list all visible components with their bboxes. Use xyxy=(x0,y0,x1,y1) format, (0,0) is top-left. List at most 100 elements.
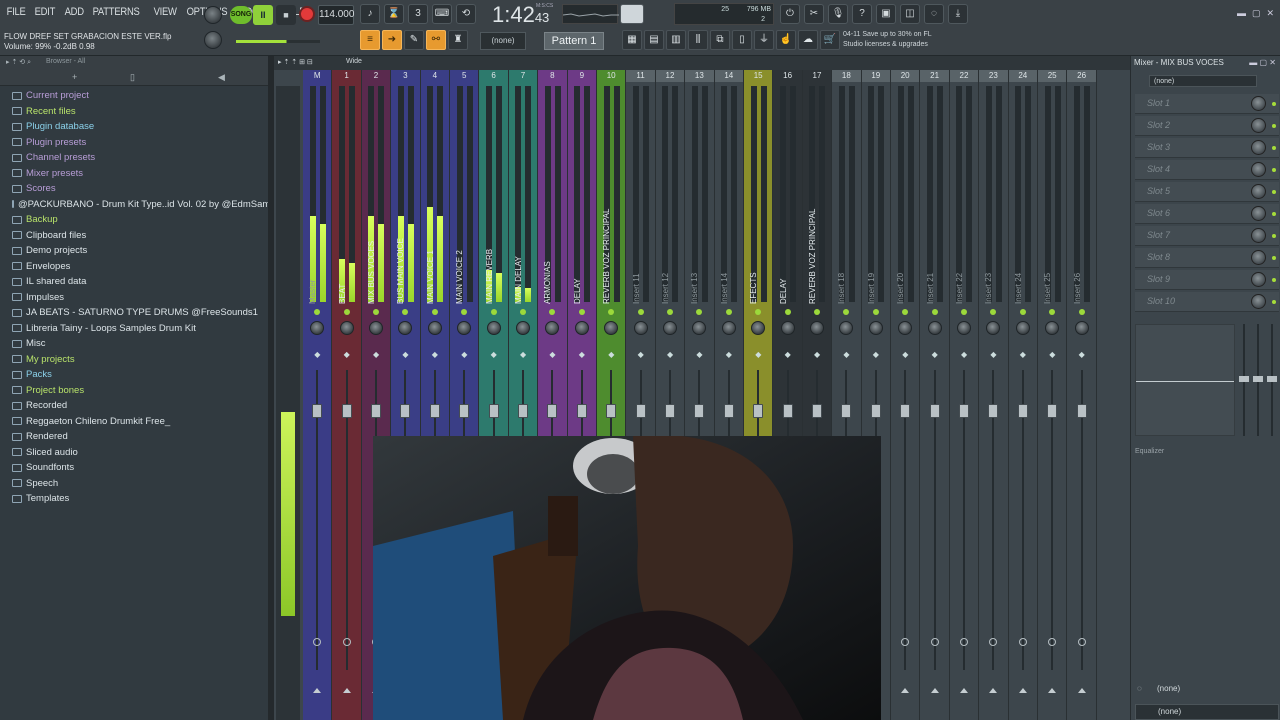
cart-icon[interactable]: 🛒 xyxy=(820,30,840,50)
effect-slot[interactable]: Slot 1 xyxy=(1135,94,1279,114)
stereo-sep-icon[interactable]: ◆ xyxy=(755,351,761,364)
master-pitch-slider[interactable] xyxy=(236,40,320,43)
loop-record-icon[interactable]: ⟲ xyxy=(456,4,476,24)
volume-fader[interactable] xyxy=(341,404,352,418)
stereo-sep-icon[interactable]: ◆ xyxy=(344,351,350,364)
mixer-view-mode[interactable]: Wide xyxy=(346,58,362,65)
pan-knob[interactable] xyxy=(1045,321,1060,335)
pan-knob[interactable] xyxy=(457,321,472,335)
browser-item[interactable]: Current project xyxy=(0,88,270,104)
pan-knob[interactable] xyxy=(780,321,795,335)
pan-knob[interactable] xyxy=(368,321,383,335)
effect-slot[interactable]: Slot 8 xyxy=(1135,248,1279,268)
volume-fader[interactable] xyxy=(547,404,558,418)
volume-fader[interactable] xyxy=(870,404,881,418)
volume-fader[interactable] xyxy=(723,404,734,418)
route-knob-icon[interactable] xyxy=(930,638,939,646)
effect-slot[interactable]: Slot 2 xyxy=(1135,116,1279,136)
output-route-1[interactable]: ◌ (none) xyxy=(1135,682,1279,698)
send-arrow-icon[interactable] xyxy=(342,688,351,693)
browser-item[interactable]: Plugin database xyxy=(0,119,270,135)
volume-fader[interactable] xyxy=(841,404,852,418)
song-mode-toggle[interactable]: SONG xyxy=(230,6,252,24)
volume-fader[interactable] xyxy=(1047,404,1058,418)
stereo-sep-icon[interactable]: ◆ xyxy=(696,351,702,364)
mixer-strip[interactable]: M Master ◆ xyxy=(303,70,333,720)
download-icon[interactable]: ⤓ xyxy=(948,4,968,24)
enable-led[interactable] xyxy=(578,309,585,315)
volume-fader[interactable] xyxy=(929,404,940,418)
enable-led[interactable] xyxy=(431,309,438,315)
pan-knob[interactable] xyxy=(515,321,530,335)
slot-mix-knob[interactable] xyxy=(1251,206,1266,221)
pan-knob[interactable] xyxy=(604,321,619,335)
slot-enable-led[interactable] xyxy=(1272,300,1276,304)
menu-edit[interactable]: EDIT xyxy=(32,6,58,18)
enable-led[interactable] xyxy=(314,309,321,315)
browser-item[interactable]: Project bones xyxy=(0,383,270,399)
enable-led[interactable] xyxy=(461,309,468,315)
slot-mix-knob[interactable] xyxy=(1251,162,1266,177)
countdown-icon[interactable]: 3 xyxy=(408,4,428,24)
browser-options-icon[interactable]: ▸ ⇡ ⟲ ⌕ xyxy=(6,58,31,67)
pan-knob[interactable] xyxy=(751,321,766,335)
pan-knob[interactable] xyxy=(956,321,971,335)
stereo-sep-icon[interactable]: ◆ xyxy=(608,351,614,364)
route-knob-icon[interactable] xyxy=(989,638,998,646)
enable-led[interactable] xyxy=(402,309,409,315)
mixer-strip[interactable]: 1 BEAT ◆ xyxy=(332,70,362,720)
browser-item[interactable]: @PACKURBANO - Drum Kit Type..id Vol. 02 … xyxy=(0,197,270,213)
save-icon[interactable]: ▣ xyxy=(876,4,896,24)
browser-item[interactable]: Recent files xyxy=(0,104,270,120)
volume-fader[interactable] xyxy=(606,404,617,418)
browser-item[interactable]: Templates xyxy=(0,491,270,507)
enable-led[interactable] xyxy=(725,309,732,315)
browser-item[interactable]: Scores xyxy=(0,181,270,197)
enable-led[interactable] xyxy=(1049,309,1056,315)
slot-mix-knob[interactable] xyxy=(1251,184,1266,199)
browser-item[interactable]: Soundfonts xyxy=(0,460,270,476)
help-icon[interactable]: ? xyxy=(852,4,872,24)
slot-mix-knob[interactable] xyxy=(1251,272,1266,287)
stereo-sep-icon[interactable]: ◆ xyxy=(873,351,879,364)
volume-fader[interactable] xyxy=(400,404,411,418)
send-arrow-icon[interactable] xyxy=(901,688,910,693)
mixer-strip[interactable]: 26 Insert 26 ◆ xyxy=(1067,70,1097,720)
stereo-sep-icon[interactable]: ◆ xyxy=(932,351,938,364)
menu-view[interactable]: VIEW xyxy=(151,6,179,18)
browser-item[interactable]: JA BEATS - SATURNO TYPE DRUMS @FreeSound… xyxy=(0,305,270,321)
stereo-sep-icon[interactable]: ◆ xyxy=(1079,351,1085,364)
effect-slot[interactable]: Slot 9 xyxy=(1135,270,1279,290)
stereo-sep-icon[interactable]: ◆ xyxy=(520,351,526,364)
news-panel[interactable]: 04-11 Save up to 30% on FL Studio licens… xyxy=(843,30,932,50)
tempo-display[interactable]: 114.000 xyxy=(318,5,354,25)
mixer-strip[interactable]: 21 Insert 21 ◆ xyxy=(920,70,950,720)
mixer-strip[interactable]: 25 Insert 25 ◆ xyxy=(1038,70,1068,720)
stereo-sep-icon[interactable]: ◆ xyxy=(373,351,379,364)
stereo-sep-icon[interactable]: ◆ xyxy=(1049,351,1055,364)
volume-fader[interactable] xyxy=(429,404,440,418)
slot-mix-knob[interactable] xyxy=(1251,140,1266,155)
effect-slot[interactable]: Slot 4 xyxy=(1135,160,1279,180)
master-volume-knob[interactable] xyxy=(204,6,222,24)
send-arrow-icon[interactable] xyxy=(989,688,998,693)
stereo-sep-icon[interactable]: ◆ xyxy=(402,351,408,364)
enable-led[interactable] xyxy=(696,309,703,315)
pan-knob[interactable] xyxy=(898,321,913,335)
stereo-sep-icon[interactable]: ◆ xyxy=(814,351,820,364)
channel-rack-icon[interactable]: ▥ xyxy=(666,30,686,50)
menu-patterns[interactable]: PATTERNS xyxy=(90,6,142,18)
volume-fader[interactable] xyxy=(370,404,381,418)
browser-item[interactable]: Clipboard files xyxy=(0,228,270,244)
pan-knob[interactable] xyxy=(721,321,736,335)
volume-fader[interactable] xyxy=(635,404,646,418)
mixer-menu-icon[interactable]: ▸ ⇡ ⇡ ⊞ ⊟ xyxy=(278,58,313,66)
browser-item[interactable]: Plugin presets xyxy=(0,135,270,151)
route-knob-icon[interactable] xyxy=(1048,638,1057,646)
slot-enable-led[interactable] xyxy=(1272,146,1276,150)
browser-item[interactable]: Speech xyxy=(0,476,270,492)
effect-slot[interactable]: Slot 10 xyxy=(1135,292,1279,312)
stereo-sep-icon[interactable]: ◆ xyxy=(579,351,585,364)
pan-knob[interactable] xyxy=(662,321,677,335)
wait-icon[interactable]: ⌛ xyxy=(384,4,404,24)
